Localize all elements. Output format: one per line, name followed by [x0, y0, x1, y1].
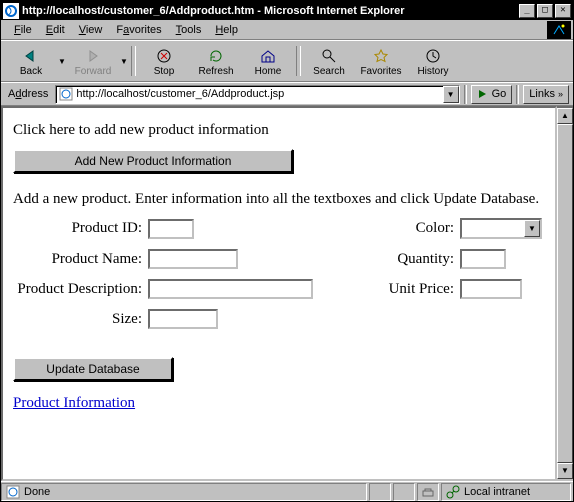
scroll-up-button[interactable]: ▲	[557, 108, 573, 124]
forward-dropdown[interactable]: ▼	[119, 57, 129, 66]
status-pane-1	[369, 483, 391, 501]
links-label: Links	[529, 88, 555, 100]
product-description-input[interactable]	[148, 279, 313, 299]
back-dropdown[interactable]: ▼	[57, 57, 67, 66]
product-form: Product ID: Color: ▼ Product Name: Quant…	[13, 218, 545, 329]
zone-intranet-icon	[446, 485, 460, 499]
status-page-icon	[6, 485, 20, 499]
address-field[interactable]: ▼	[55, 85, 459, 104]
home-label: Home	[255, 66, 282, 77]
menu-bar: FFileile EditEdit ViewView FavoritesFavo…	[1, 20, 573, 40]
forward-arrow-icon	[83, 46, 103, 66]
update-database-button[interactable]: Update Database	[13, 357, 173, 381]
instructions-text: Add a new product. Enter information int…	[13, 191, 545, 208]
scroll-track[interactable]	[557, 124, 573, 463]
status-main: Done	[1, 483, 367, 501]
address-dropdown[interactable]: ▼	[443, 86, 459, 103]
go-arrow-icon	[477, 88, 489, 100]
search-button[interactable]: Search	[303, 42, 355, 80]
label-size: Size:	[13, 311, 148, 328]
content-row: Click here to add new product informatio…	[1, 106, 573, 481]
ie-page-icon	[58, 86, 74, 102]
close-button[interactable]: ✕	[555, 4, 571, 18]
status-bar: Done Local intranet	[1, 481, 573, 501]
address-label: AddressAddress	[5, 88, 51, 100]
back-button[interactable]: Back	[5, 42, 57, 80]
links-separator	[516, 85, 519, 104]
vertical-scrollbar[interactable]: ▲ ▼	[557, 106, 573, 481]
menu-file[interactable]: FFileile	[7, 22, 39, 38]
ie-app-icon	[3, 3, 19, 19]
label-product-id: Product ID:	[13, 220, 148, 237]
window-title: http://localhost/customer_6/Addproduct.h…	[22, 5, 519, 17]
product-information-link[interactable]: Product Information	[13, 395, 135, 411]
stop-label: Stop	[154, 66, 175, 77]
favorites-button[interactable]: Favorites	[355, 42, 407, 80]
label-unit-price: Unit Price:	[380, 281, 460, 298]
status-zone: Local intranet	[441, 483, 571, 501]
history-button[interactable]: History	[407, 42, 459, 80]
scroll-thumb[interactable]	[557, 124, 573, 463]
go-label: Go	[492, 88, 507, 100]
back-arrow-icon	[21, 46, 41, 66]
toolbar-separator-2	[296, 46, 301, 76]
go-button[interactable]: Go	[471, 85, 513, 104]
zone-text: Local intranet	[464, 486, 530, 498]
label-product-desc: Product Description:	[13, 281, 148, 298]
stop-icon	[154, 46, 174, 66]
forward-label: Forward	[75, 66, 112, 77]
product-name-input[interactable]	[148, 249, 238, 269]
links-button[interactable]: Links »	[523, 85, 569, 104]
history-label: History	[417, 66, 448, 77]
maximize-button[interactable]: □	[537, 4, 553, 18]
window-controls: _ □ ✕	[519, 4, 571, 18]
search-label: Search	[313, 66, 345, 77]
refresh-icon	[206, 46, 226, 66]
menu-edit[interactable]: EditEdit	[39, 22, 72, 38]
favorites-star-icon	[371, 46, 391, 66]
size-input[interactable]	[148, 309, 218, 329]
unit-price-input[interactable]	[460, 279, 522, 299]
menu-favorites[interactable]: FavoritesFavorites	[109, 22, 168, 38]
status-text: Done	[24, 486, 50, 498]
intro-text: Click here to add new product informatio…	[13, 122, 545, 139]
home-icon	[258, 46, 278, 66]
address-separator	[464, 85, 467, 104]
address-input[interactable]	[76, 88, 442, 100]
quantity-input[interactable]	[460, 249, 506, 269]
product-id-input[interactable]	[148, 219, 194, 239]
history-clock-icon	[423, 46, 443, 66]
stop-button[interactable]: Stop	[138, 42, 190, 80]
status-pane-2	[393, 483, 415, 501]
search-icon	[319, 46, 339, 66]
ie-throbber-icon	[547, 21, 571, 39]
menu-help[interactable]: HelpHelp	[208, 22, 245, 38]
page-content: Click here to add new product informatio…	[1, 106, 557, 481]
label-product-name: Product Name:	[13, 251, 148, 268]
back-label: Back	[20, 66, 42, 77]
label-quantity: Quantity:	[380, 251, 460, 268]
home-button[interactable]: Home	[242, 42, 294, 80]
toolbar-separator-1	[131, 46, 136, 76]
offline-icon	[422, 486, 434, 498]
title-bar: http://localhost/customer_6/Addproduct.h…	[1, 1, 573, 20]
refresh-button[interactable]: Refresh	[190, 42, 242, 80]
address-bar: AddressAddress ▼ Go Links »	[1, 82, 573, 106]
add-new-product-button[interactable]: Add New Product Information	[13, 149, 293, 173]
menu-tools[interactable]: ToolsTools	[169, 22, 209, 38]
label-color: Color:	[380, 220, 460, 237]
refresh-label: Refresh	[198, 66, 233, 77]
color-select[interactable]: ▼	[460, 218, 542, 239]
scroll-down-button[interactable]: ▼	[557, 463, 573, 479]
toolbar: Back ▼ Forward ▼ Stop Refresh Home Searc…	[1, 40, 573, 82]
minimize-button[interactable]: _	[519, 4, 535, 18]
select-dropdown-icon[interactable]: ▼	[524, 220, 540, 237]
status-pane-3	[417, 483, 439, 501]
favorites-label: Favorites	[360, 66, 401, 77]
forward-button[interactable]: Forward	[67, 42, 119, 80]
menu-view[interactable]: ViewView	[72, 22, 110, 38]
